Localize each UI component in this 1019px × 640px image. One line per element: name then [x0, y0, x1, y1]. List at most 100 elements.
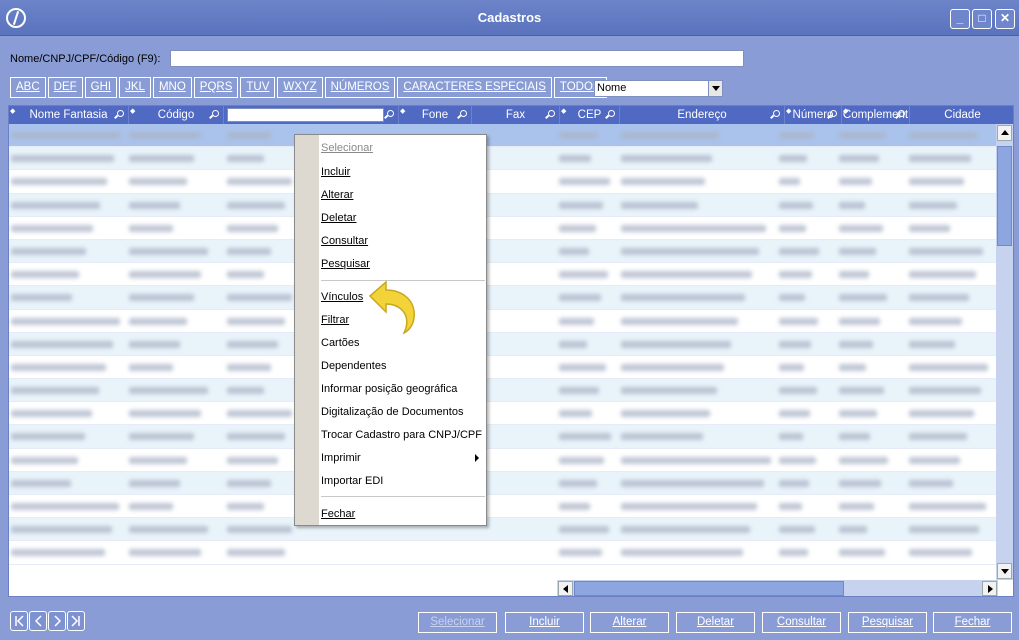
table-row[interactable]: [9, 332, 997, 356]
maximize-button[interactable]: □: [972, 9, 992, 29]
last-record-icon[interactable]: [67, 611, 85, 631]
vertical-scroll-thumb[interactable]: [997, 146, 1012, 246]
redacted-cell: [779, 433, 803, 441]
column-header-numero[interactable]: ◆ Número: [785, 106, 842, 124]
first-record-icon[interactable]: [10, 611, 28, 631]
menu-item-selecionar[interactable]: Selecionar: [321, 139, 373, 157]
table-row[interactable]: [9, 471, 997, 495]
table-row[interactable]: [9, 216, 997, 240]
column-header-fone[interactable]: ◆ Fone: [399, 106, 472, 124]
letter-button-abc[interactable]: ABC: [10, 77, 46, 98]
menu-item-filtrar[interactable]: Filtrar: [321, 311, 349, 329]
incluir-button[interactable]: Incluir: [505, 612, 584, 633]
search-icon[interactable]: [773, 110, 780, 117]
redacted-cell: [129, 178, 187, 186]
table-row[interactable]: [9, 425, 997, 449]
column-header-nome-fantasia[interactable]: ◆ Nome Fantasia: [9, 106, 129, 124]
table-row[interactable]: [9, 495, 997, 519]
search-icon[interactable]: [548, 110, 555, 117]
letter-button-def[interactable]: DEF: [47, 77, 83, 98]
search-input[interactable]: [170, 50, 744, 67]
menu-item-trocar-cadastro[interactable]: Trocar Cadastro para CNPJ/CPF: [321, 426, 482, 444]
letter-button-mno[interactable]: MNO: [152, 77, 192, 98]
deletar-button[interactable]: Deletar: [676, 612, 755, 633]
redacted-cell: [779, 526, 815, 534]
scroll-left-button[interactable]: [558, 581, 573, 596]
search-icon[interactable]: [117, 110, 124, 117]
menu-item-incluir[interactable]: Incluir: [321, 163, 350, 181]
table-row[interactable]: [9, 518, 997, 542]
vertical-scrollbar[interactable]: [996, 124, 1013, 580]
order-select[interactable]: Nome: [594, 80, 723, 97]
letter-button-jkl[interactable]: JKL: [119, 77, 151, 98]
horizontal-scrollbar[interactable]: [557, 580, 998, 596]
menu-item-alterar[interactable]: Alterar: [321, 186, 353, 204]
redacted-cell: [779, 456, 816, 464]
alterar-button[interactable]: Alterar: [590, 612, 669, 633]
letter-button-ghi[interactable]: GHI: [84, 77, 118, 98]
table-row[interactable]: [9, 541, 997, 565]
consultar-button[interactable]: Consultar: [762, 612, 841, 633]
column-filter-input[interactable]: [227, 108, 384, 122]
search-icon[interactable]: [460, 110, 467, 117]
menu-item-fechar[interactable]: Fechar: [321, 505, 355, 523]
column-header-cep[interactable]: ◆ CEP: [560, 106, 620, 124]
horizontal-scroll-thumb[interactable]: [574, 581, 844, 596]
letter-button-numeros[interactable]: NÚMEROS: [324, 77, 396, 98]
search-icon[interactable]: [830, 110, 837, 117]
menu-item-consultar[interactable]: Consultar: [321, 232, 368, 250]
records-grid[interactable]: ◆ Nome Fantasia ◆ Código ◆ Fone Fax ◆ CE…: [8, 105, 1014, 597]
table-row[interactable]: [9, 124, 997, 148]
minimize-button[interactable]: _: [950, 9, 970, 29]
table-row[interactable]: [9, 448, 997, 472]
table-row[interactable]: [9, 379, 997, 403]
menu-item-importar-edi[interactable]: Importar EDI: [321, 472, 383, 490]
table-row[interactable]: [9, 286, 997, 310]
redacted-cell: [909, 479, 953, 487]
search-icon[interactable]: [387, 110, 394, 117]
table-row[interactable]: [9, 170, 997, 194]
search-icon[interactable]: [898, 110, 905, 117]
pesquisar-button[interactable]: Pesquisar: [848, 612, 927, 633]
letter-button-tuv[interactable]: TUV: [240, 77, 276, 98]
table-row[interactable]: [9, 239, 997, 264]
table-row[interactable]: [9, 402, 997, 426]
chevron-down-icon[interactable]: [708, 81, 722, 96]
table-row[interactable]: [9, 309, 997, 333]
column-header-endereco[interactable]: Endereço: [620, 106, 785, 124]
menu-item-deletar[interactable]: Deletar: [321, 209, 356, 227]
table-row[interactable]: [9, 355, 997, 380]
redacted-cell: [11, 132, 121, 139]
table-row[interactable]: [9, 193, 997, 217]
selecionar-button[interactable]: Selecionar: [418, 612, 497, 633]
close-button[interactable]: ✕: [995, 9, 1015, 29]
menu-item-imprimir[interactable]: Imprimir: [321, 449, 485, 467]
fechar-button[interactable]: Fechar: [933, 612, 1012, 633]
redacted-cell: [11, 294, 72, 302]
next-record-icon[interactable]: [48, 611, 66, 631]
window-title: Cadastros: [477, 10, 542, 25]
menu-item-dependentes[interactable]: Dependentes: [321, 357, 386, 375]
column-header-complemento[interactable]: ◆ Complement: [842, 106, 910, 124]
scroll-up-button[interactable]: [997, 125, 1012, 141]
scroll-down-button[interactable]: [997, 563, 1012, 579]
search-icon[interactable]: [608, 110, 615, 117]
letter-button-wxyz[interactable]: WXYZ: [277, 77, 323, 98]
table-row[interactable]: [9, 147, 997, 171]
column-header-codigo[interactable]: ◆ Código: [129, 106, 224, 124]
menu-item-informar-posicao-geografica[interactable]: Informar posição geográfica: [321, 380, 457, 398]
previous-record-icon[interactable]: [29, 611, 47, 631]
column-header-cidade[interactable]: Cidade: [910, 106, 1013, 124]
redacted-cell: [779, 387, 817, 395]
letter-button-pqrs[interactable]: PQRS: [193, 77, 239, 98]
scroll-right-button[interactable]: [982, 581, 997, 596]
search-icon[interactable]: [212, 110, 219, 117]
menu-item-vinculos[interactable]: Vínculos: [321, 288, 363, 306]
table-row[interactable]: [9, 263, 997, 287]
letter-button-caracteres-especiais[interactable]: CARACTERES ESPECIAIS: [397, 77, 552, 98]
menu-item-pesquisar[interactable]: Pesquisar: [321, 255, 370, 273]
menu-item-cartoes[interactable]: Cartões: [321, 334, 360, 352]
column-header-fax[interactable]: Fax: [472, 106, 560, 124]
redacted-cell: [227, 155, 264, 163]
menu-item-digitalizacao-documentos[interactable]: Digitalização de Documentos: [321, 403, 463, 421]
